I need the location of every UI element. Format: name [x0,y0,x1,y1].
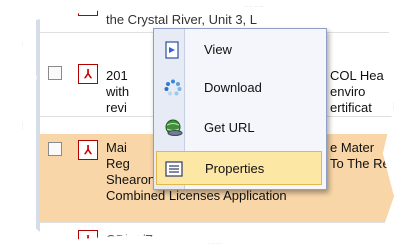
pdf-icon[interactable]: ⅄ [78,230,98,244]
row-title-line-right: ertificat [330,100,372,115]
row-title-line-right: enviro [330,84,366,99]
pdf-icon[interactable]: ⅄ [78,6,98,16]
pdf-icon[interactable]: ⅄ [78,140,98,160]
menu-item-label: View [204,42,232,57]
row-title-line: Combined Licenses Application [106,188,287,203]
menu-item-get-url[interactable]: Get URL [156,111,322,145]
row-title: Q5/10/Z [106,232,153,244]
row-checkbox[interactable] [48,142,62,156]
row-title-line-right: e Mater [330,140,375,155]
row-title-line-right: COL Hea [330,68,384,83]
menu-item-view[interactable]: View [156,33,322,67]
menu-item-label: Get URL [204,120,255,135]
pdf-icon[interactable]: ⅄ [78,64,98,84]
menu-item-label: Properties [205,161,265,176]
row-checkbox[interactable] [48,66,62,80]
properties-list-icon [165,160,183,178]
menu-item-properties[interactable]: Properties [156,151,322,185]
menu-item-download[interactable]: Download [156,71,322,105]
row-title-line-right: To The Re [330,156,390,171]
download-spinner-icon [164,79,182,97]
table-row[interactable]: ⅄ Q5/10/Z [40,222,394,244]
row-title: the Crystal River, Unit 3, L [106,12,257,27]
view-document-icon [164,41,182,59]
globe-link-icon [164,119,183,137]
context-menu: View Download Get URL Properties [153,28,327,190]
menu-item-label: Download [204,80,262,95]
